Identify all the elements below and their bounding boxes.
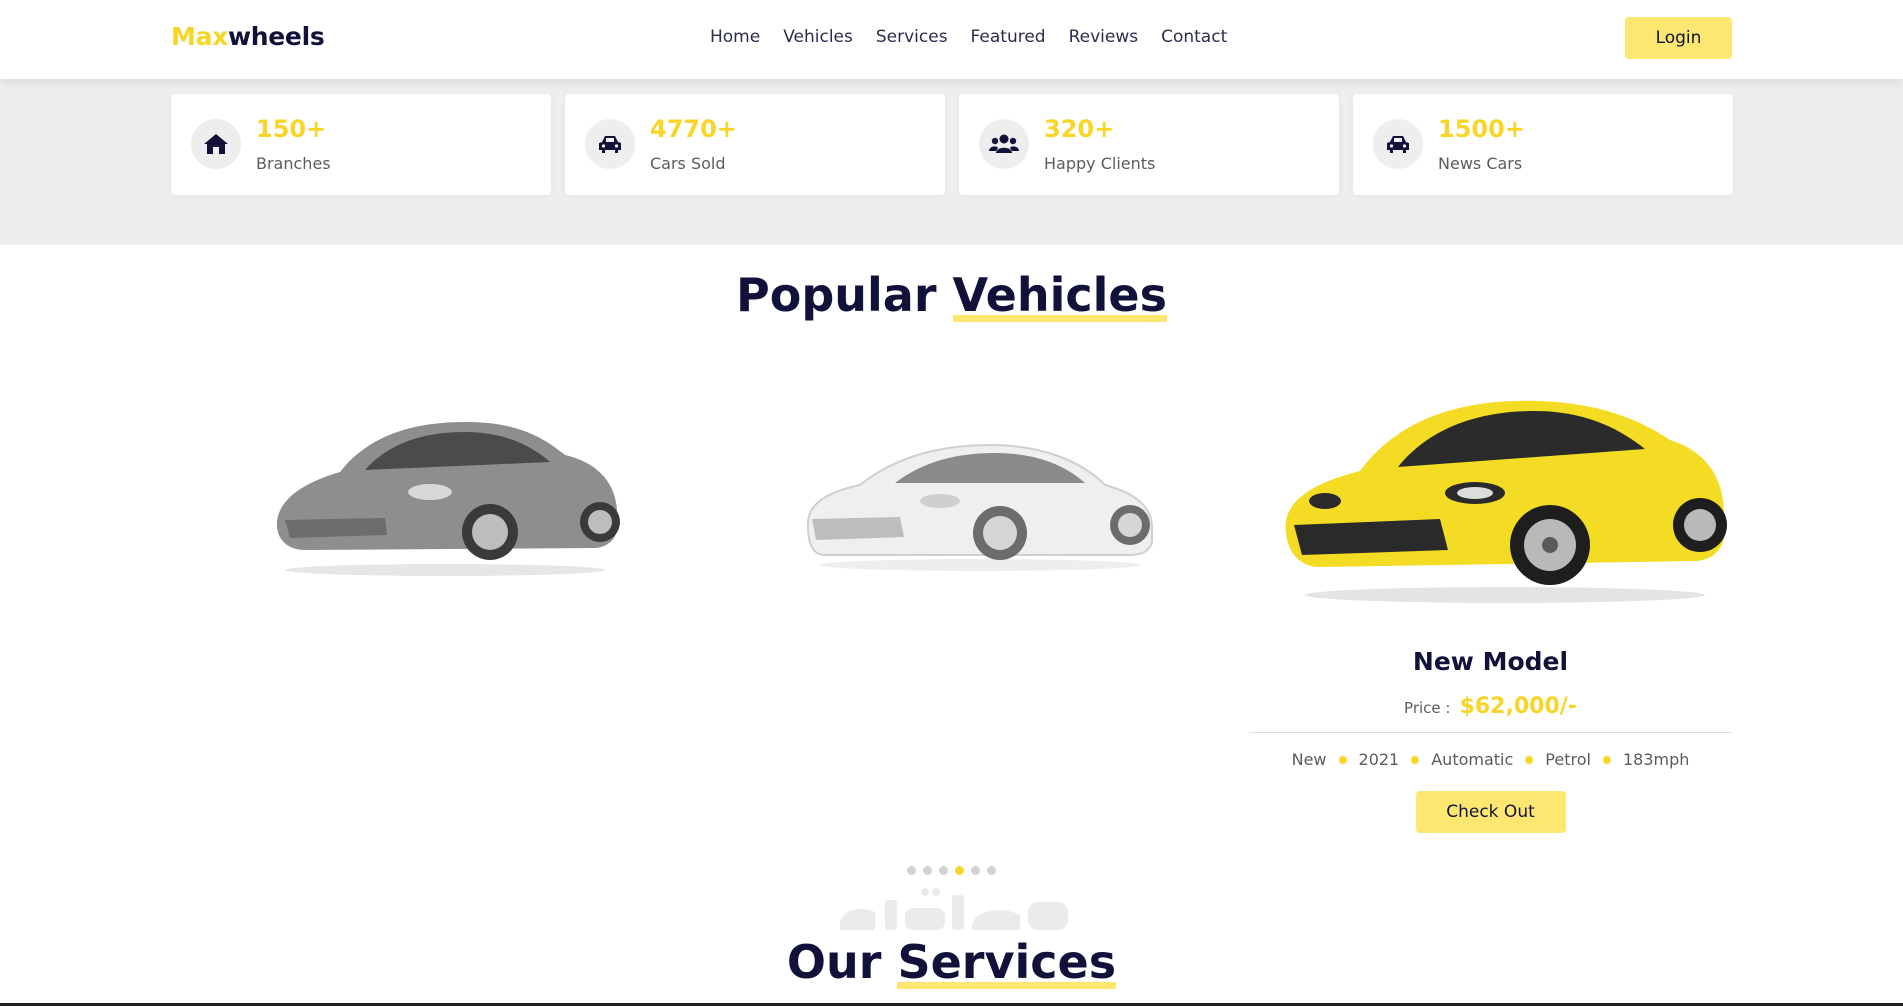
stat-card-news-cars: 1500+ News Cars [1353, 94, 1733, 195]
stat-label: News Cars [1438, 154, 1523, 173]
car-icon [585, 119, 635, 169]
nav-services[interactable]: Services [876, 27, 948, 47]
our-services-heading: Our Services [0, 935, 1903, 989]
login-button[interactable]: Login [1625, 17, 1732, 59]
divider [1249, 732, 1732, 733]
slider-pagination [907, 866, 996, 875]
spec-fuel: Petrol [1545, 750, 1591, 769]
pagination-dot-1[interactable] [907, 866, 916, 875]
main-nav: Home Vehicles Services Featured Reviews … [710, 27, 1227, 47]
vehicle-name: New Model [1412, 647, 1569, 676]
stat-label: Happy Clients [1044, 154, 1156, 173]
check-out-button[interactable]: Check Out [1415, 791, 1566, 833]
dot-separator [1525, 755, 1534, 764]
pagination-dot-4-active[interactable] [955, 866, 964, 875]
vehicle-specs: New 2021 Automatic Petrol 183mph [1249, 750, 1732, 769]
car-icon [1373, 119, 1423, 169]
stat-number: 1500+ [1438, 115, 1525, 143]
vehicle-details: New Model Price : $62,000/- New 2021 Aut… [1249, 647, 1732, 833]
pagination-dot-3[interactable] [939, 866, 948, 875]
vehicle-slide-yellow-car[interactable] [1280, 385, 1730, 605]
logo[interactable]: Maxwheels [171, 22, 325, 51]
nav-reviews[interactable]: Reviews [1069, 27, 1139, 47]
spec-top-speed: 183mph [1622, 750, 1690, 769]
price-row: Price : $62,000/- [1249, 694, 1732, 719]
nav-vehicles[interactable]: Vehicles [783, 27, 853, 47]
spec-transmission: Automatic [1431, 750, 1514, 769]
spec-year: 2021 [1358, 750, 1400, 769]
pagination-dot-6[interactable] [987, 866, 996, 875]
price-value: $62,000/- [1459, 694, 1577, 719]
dot-separator [1411, 755, 1420, 764]
heading-part2: Services [897, 935, 1117, 989]
stat-card-branches: 150+ Branches [171, 94, 551, 195]
price-label: Price : [1404, 699, 1451, 717]
pagination-dot-5[interactable] [971, 866, 980, 875]
heading-part1: Our [786, 935, 882, 989]
stat-number: 150+ [256, 115, 327, 143]
stat-number: 4770+ [650, 115, 737, 143]
watermark-logo [840, 888, 1068, 930]
site-header: Maxwheels Home Vehicles Services Feature… [0, 0, 1903, 79]
vehicle-slide-gray-car[interactable] [265, 400, 625, 580]
logo-part-max: Max [171, 22, 228, 51]
logo-part-wheels: wheels [227, 22, 325, 51]
stat-card-happy-clients: 320+ Happy Clients [959, 94, 1339, 195]
stat-label: Cars Sold [650, 154, 726, 173]
dot-separator [1602, 755, 1611, 764]
stat-number: 320+ [1044, 115, 1115, 143]
stat-label: Branches [256, 154, 331, 173]
vehicle-slide-white-car[interactable] [800, 415, 1160, 575]
spec-condition: New [1291, 750, 1327, 769]
popular-vehicles-heading: Popular Vehicles [0, 268, 1903, 322]
pagination-dot-2[interactable] [923, 866, 932, 875]
heading-part2: Vehicles [952, 268, 1167, 322]
nav-featured[interactable]: Featured [971, 27, 1046, 47]
nav-contact[interactable]: Contact [1161, 27, 1227, 47]
users-icon [979, 119, 1029, 169]
stat-card-cars-sold: 4770+ Cars Sold [565, 94, 945, 195]
stats-band: 150+ Branches 4770+ Cars Sold 320+ Happy… [0, 79, 1903, 245]
nav-home[interactable]: Home [710, 27, 760, 47]
home-icon [191, 119, 241, 169]
heading-part1: Popular [736, 268, 937, 322]
dot-separator [1338, 755, 1347, 764]
